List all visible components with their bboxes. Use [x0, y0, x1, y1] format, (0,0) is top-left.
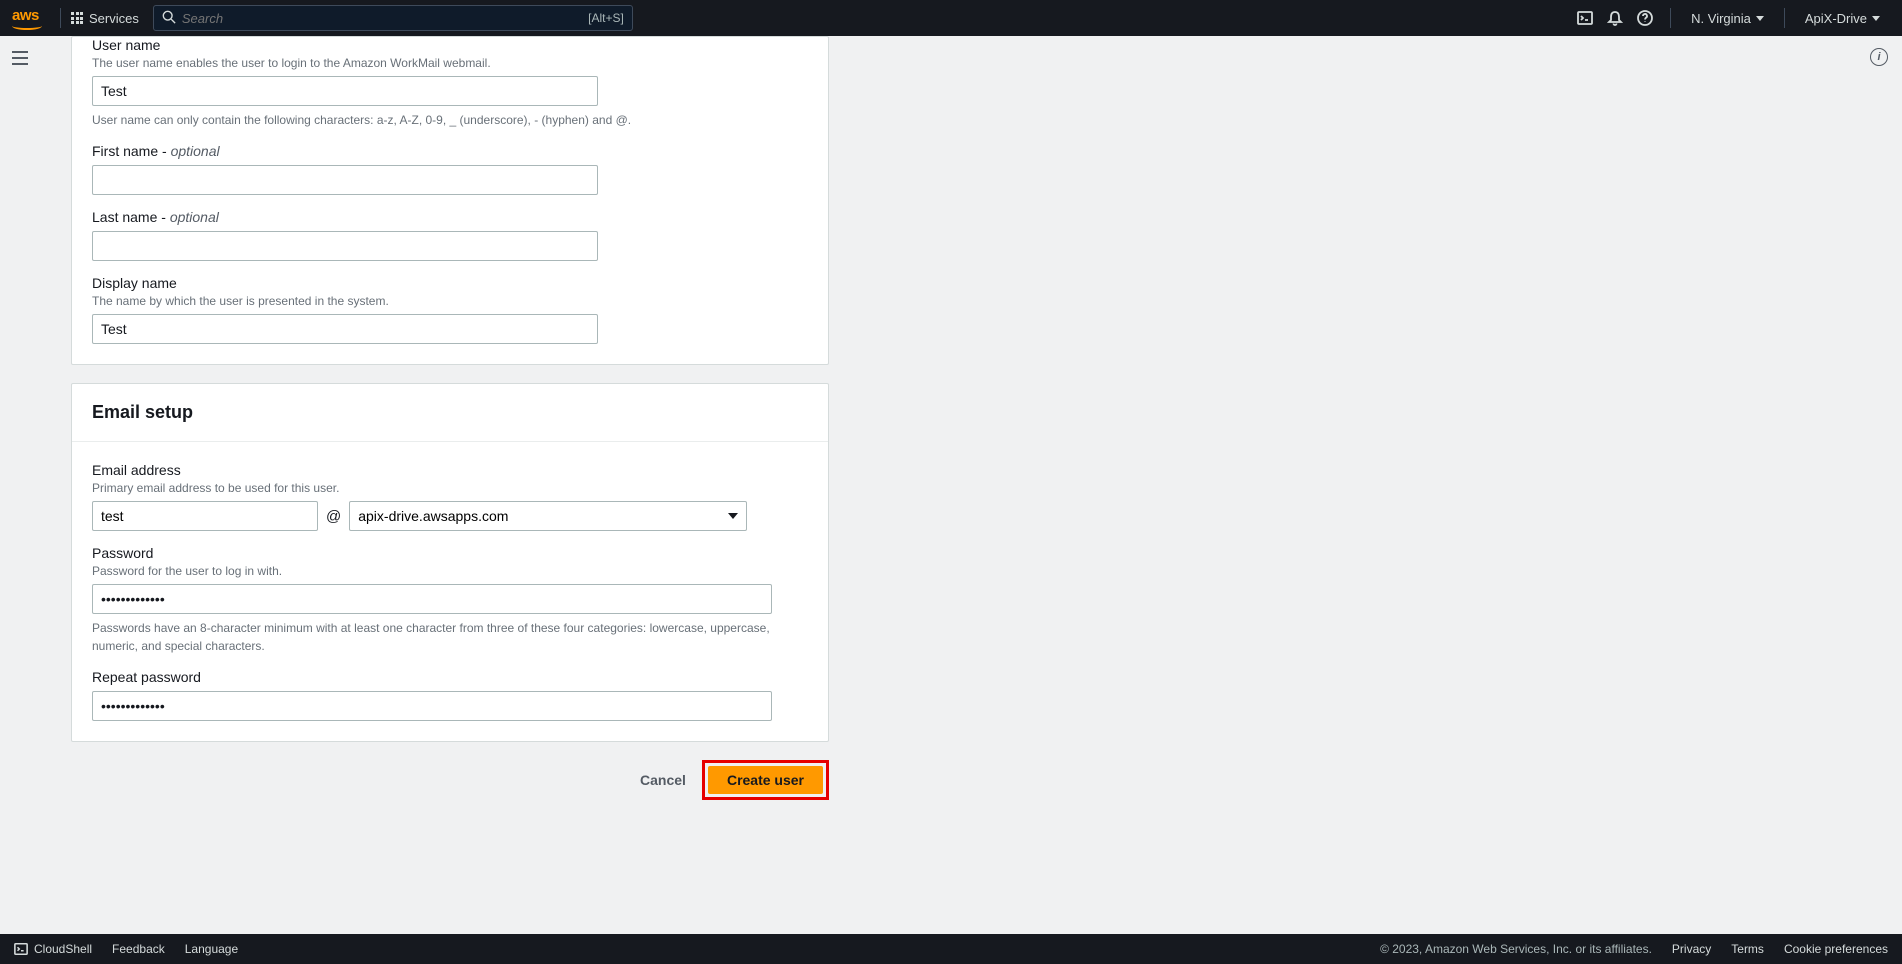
- firstname-label: First name - optional: [92, 143, 808, 159]
- feedback-link[interactable]: Feedback: [112, 942, 165, 956]
- repeat-password-label: Repeat password: [92, 669, 808, 685]
- username-input[interactable]: [92, 76, 598, 106]
- copyright: © 2023, Amazon Web Services, Inc. or its…: [1380, 942, 1652, 956]
- region-selector[interactable]: N. Virginia: [1681, 11, 1774, 26]
- caret-down-icon: [1756, 16, 1764, 21]
- password-input[interactable]: [92, 584, 772, 614]
- search-icon: [162, 10, 176, 27]
- search-shortcut: [Alt+S]: [588, 11, 624, 25]
- privacy-link[interactable]: Privacy: [1672, 942, 1711, 956]
- password-sublabel: Password for the user to log in with.: [92, 564, 808, 578]
- caret-down-icon: [728, 513, 738, 519]
- email-setup-card: Email setup Email address Primary email …: [71, 383, 829, 742]
- email-sublabel: Primary email address to be used for thi…: [92, 481, 808, 495]
- repeat-password-input[interactable]: [92, 691, 772, 721]
- at-sign: @: [326, 508, 341, 525]
- grid-icon: [71, 12, 83, 24]
- lastname-label: Last name - optional: [92, 209, 808, 225]
- create-button-highlight: Create user: [702, 760, 829, 800]
- email-local-input[interactable]: [92, 501, 318, 531]
- search-input[interactable]: [182, 11, 588, 26]
- services-button[interactable]: Services: [71, 11, 139, 26]
- main-content: User name The user name enables the user…: [32, 36, 1862, 934]
- firstname-input[interactable]: [92, 165, 598, 195]
- aws-logo[interactable]: aws: [12, 7, 42, 30]
- divider: [1784, 8, 1785, 28]
- displayname-sublabel: The name by which the user is presented …: [92, 294, 808, 308]
- search-container[interactable]: [Alt+S]: [153, 5, 633, 31]
- email-domain-select[interactable]: apix-drive.awsapps.com: [349, 501, 747, 531]
- notifications-icon[interactable]: [1600, 3, 1630, 33]
- displayname-label: Display name: [92, 275, 808, 291]
- lastname-input[interactable]: [92, 231, 598, 261]
- username-sublabel: The user name enables the user to login …: [92, 56, 808, 70]
- language-link[interactable]: Language: [185, 942, 238, 956]
- caret-down-icon: [1872, 16, 1880, 21]
- cookies-link[interactable]: Cookie preferences: [1784, 942, 1888, 956]
- username-hint: User name can only contain the following…: [92, 111, 808, 129]
- help-icon[interactable]: [1630, 3, 1660, 33]
- info-icon[interactable]: i: [1870, 48, 1888, 66]
- footer: CloudShell Feedback Language © 2023, Ama…: [0, 934, 1902, 964]
- divider: [60, 8, 61, 28]
- user-details-card: User name The user name enables the user…: [71, 36, 829, 365]
- cancel-button[interactable]: Cancel: [636, 766, 690, 794]
- divider: [1670, 8, 1671, 28]
- email-label: Email address: [92, 462, 808, 478]
- password-label: Password: [92, 545, 808, 561]
- feedback-label: Feedback: [112, 942, 165, 956]
- actions-row: Cancel Create user: [71, 760, 829, 800]
- cloudshell-label: CloudShell: [34, 942, 92, 956]
- account-label: ApiX-Drive: [1805, 11, 1867, 26]
- cloudshell-icon[interactable]: [1570, 3, 1600, 33]
- email-domain-value: apix-drive.awsapps.com: [358, 508, 508, 524]
- password-hint: Passwords have an 8-character minimum wi…: [92, 619, 808, 655]
- create-user-button[interactable]: Create user: [708, 766, 823, 794]
- sidebar-toggle[interactable]: [8, 46, 32, 70]
- username-label: User name: [92, 37, 808, 53]
- account-selector[interactable]: ApiX-Drive: [1795, 11, 1890, 26]
- cloudshell-link[interactable]: CloudShell: [14, 942, 92, 956]
- terms-link[interactable]: Terms: [1731, 942, 1764, 956]
- language-label: Language: [185, 942, 238, 956]
- email-section-title: Email setup: [92, 402, 808, 423]
- displayname-input[interactable]: [92, 314, 598, 344]
- top-nav: aws Services [Alt+S] N. Virginia ApiX-Dr…: [0, 0, 1902, 36]
- services-label: Services: [89, 11, 139, 26]
- region-label: N. Virginia: [1691, 11, 1751, 26]
